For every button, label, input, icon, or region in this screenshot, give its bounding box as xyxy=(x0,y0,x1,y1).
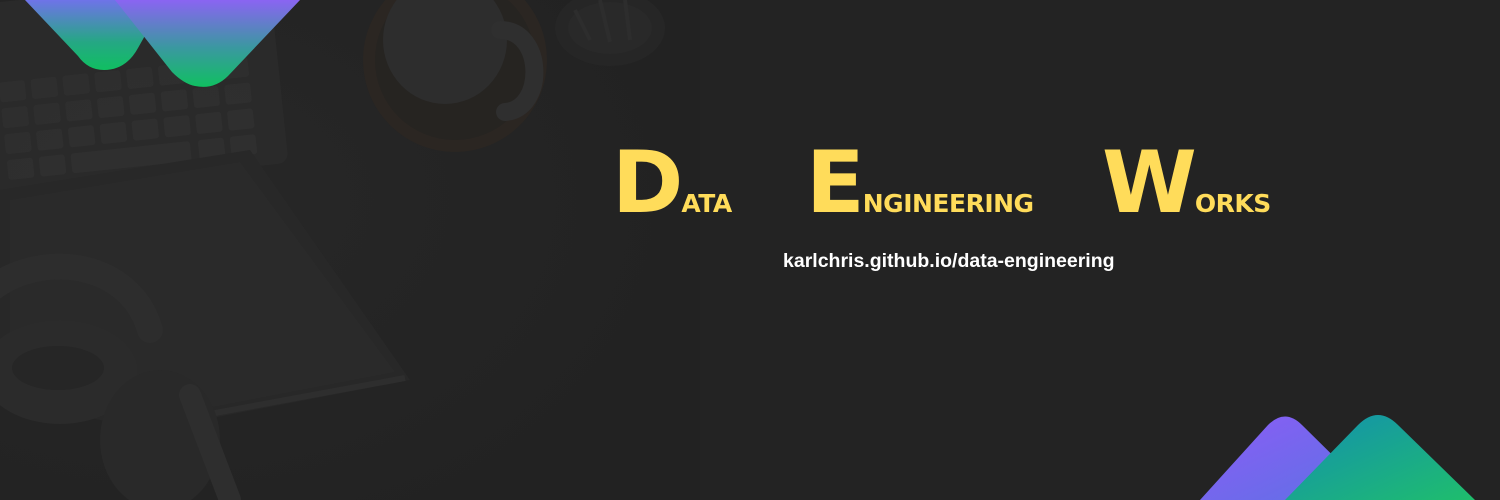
banner: Data Engineering Works karlchris.github.… xyxy=(0,0,1500,500)
title-word-works: Works xyxy=(1102,133,1271,233)
background-desk-photo xyxy=(0,0,1500,500)
site-url-link[interactable]: karlchris.github.io/data-engineering xyxy=(783,250,1115,273)
title-word-data: Data xyxy=(612,133,732,233)
banner-title: Data Engineering Works xyxy=(612,140,1312,230)
title-word-engineering: Engineering xyxy=(806,133,1034,233)
